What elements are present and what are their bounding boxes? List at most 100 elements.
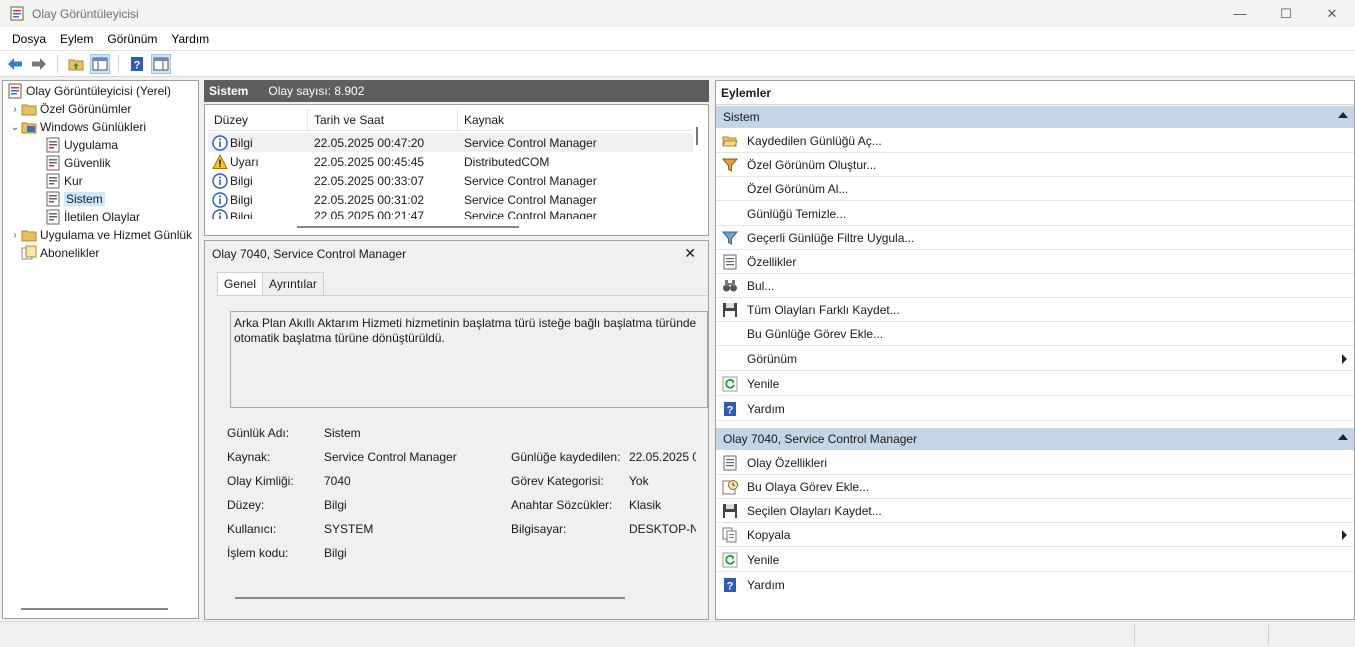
info-icon bbox=[212, 134, 228, 151]
chevron-right-icon[interactable]: › bbox=[9, 104, 21, 115]
action-copy[interactable]: Kopyala bbox=[716, 523, 1354, 547]
toolbar-separator bbox=[57, 54, 58, 73]
actions-section-event[interactable]: Olay 7040, Service Control Manager bbox=[716, 428, 1354, 450]
menu-help[interactable]: Yardım bbox=[164, 32, 216, 46]
log-icon bbox=[46, 155, 60, 171]
help-icon: ? bbox=[131, 56, 143, 71]
actions-section-system[interactable]: Sistem bbox=[716, 106, 1354, 128]
chevron-down-icon[interactable]: ⌄ bbox=[9, 122, 21, 133]
event-list-header: Sistem Olay sayısı: 8.902 bbox=[204, 80, 709, 102]
tree-item-root[interactable]: Olay Görüntüleyicisi (Yerel) bbox=[7, 82, 171, 100]
action-find[interactable]: Bul... bbox=[716, 274, 1354, 298]
table-row[interactable]: Bilgi 22.05.2025 00:47:20 Service Contro… bbox=[208, 133, 693, 152]
action-attach-task-to-log[interactable]: Bu Günlüğe Görev Ekle... bbox=[716, 322, 1354, 346]
action-label: Yardım bbox=[747, 401, 785, 416]
value-source[interactable]: Service Control Manager bbox=[324, 450, 457, 464]
value-task-category[interactable]: Yok bbox=[629, 474, 649, 488]
action-help[interactable]: ? Yardım bbox=[716, 397, 1354, 421]
close-icon[interactable]: ✕ bbox=[684, 245, 696, 262]
action-import-custom-view[interactable]: Özel Görünüm Al... bbox=[716, 177, 1354, 201]
action-attach-task-to-event[interactable]: Bu Olaya Görev Ekle... bbox=[716, 475, 1354, 499]
menu-action[interactable]: Eylem bbox=[53, 32, 100, 46]
action-label: Yenile bbox=[747, 552, 780, 567]
action-help[interactable]: ? Yardım bbox=[716, 573, 1354, 597]
copy-icon bbox=[722, 527, 737, 542]
tree-item-windows-logs[interactable]: ⌄ Windows Günlükleri bbox=[9, 118, 146, 136]
help-button[interactable]: ? bbox=[127, 54, 147, 74]
event-description[interactable]: Arka Plan Akıllı Aktarım Hizmeti hizmeti… bbox=[230, 311, 708, 408]
action-properties[interactable]: Özellikler bbox=[716, 250, 1354, 274]
tree-item-subscriptions[interactable]: Abonelikler bbox=[21, 244, 99, 262]
show-hide-action-pane-button[interactable] bbox=[151, 53, 171, 74]
value-logged[interactable]: 22.05.2025 00 bbox=[629, 450, 696, 464]
tab-general[interactable]: Genel bbox=[217, 272, 264, 296]
level-cell: Uyarı bbox=[230, 154, 259, 169]
action-refresh[interactable]: Yenile bbox=[716, 372, 1354, 396]
value-log-name[interactable]: Sistem bbox=[324, 426, 361, 440]
forward-button[interactable] bbox=[29, 54, 49, 74]
show-hide-tree-button[interactable] bbox=[90, 53, 110, 74]
menu-view[interactable]: Görünüm bbox=[100, 32, 164, 46]
horizontal-scrollbar[interactable] bbox=[21, 608, 168, 610]
blank-icon bbox=[722, 351, 738, 367]
tree-item-custom-views[interactable]: › Özel Görünümler bbox=[9, 100, 131, 118]
console-tree[interactable]: Olay Görüntüleyicisi (Yerel) › Özel Görü… bbox=[2, 80, 199, 619]
tree-item-forwarded[interactable]: İletilen Olaylar bbox=[45, 208, 140, 226]
tree-label: Uygulama ve Hizmet Günlük bbox=[40, 228, 193, 242]
level-cell: Bilgi bbox=[230, 173, 253, 188]
value-level[interactable]: Bilgi bbox=[324, 498, 347, 512]
value-keywords[interactable]: Klasik bbox=[629, 498, 661, 512]
table-row[interactable]: Uyarı 22.05.2025 00:45:45 DistributedCOM bbox=[208, 152, 693, 171]
action-event-properties[interactable]: Olay Özellikleri bbox=[716, 451, 1354, 475]
up-folder-button[interactable] bbox=[66, 54, 86, 74]
tree-item-setup[interactable]: Kur bbox=[45, 172, 83, 190]
tree-label: Sistem bbox=[64, 192, 105, 206]
column-header-datetime[interactable]: Tarih ve Saat bbox=[308, 109, 458, 131]
tree-item-application[interactable]: Uygulama bbox=[45, 136, 118, 154]
event-list[interactable]: Düzey Tarih ve Saat Kaynak Bilgi 22.05.2… bbox=[204, 104, 709, 236]
action-filter-current-log[interactable]: Geçerli Günlüğe Filtre Uygula... bbox=[716, 226, 1354, 250]
submenu-arrow-icon bbox=[1342, 354, 1347, 364]
table-row[interactable]: Bilgi 22.05.2025 00:21:47 Service Contro… bbox=[208, 209, 693, 219]
horizontal-scrollbar[interactable] bbox=[297, 226, 519, 228]
tree-item-system[interactable]: Sistem bbox=[45, 190, 105, 208]
tab-details[interactable]: Ayrıntılar bbox=[263, 272, 324, 295]
maximize-button[interactable]: ☐ bbox=[1263, 0, 1309, 27]
action-open-saved-log[interactable]: Kaydedilen Günlüğü Aç... bbox=[716, 129, 1354, 153]
chevron-right-icon[interactable]: › bbox=[9, 230, 21, 241]
tree-item-app-service-logs[interactable]: › Uygulama ve Hizmet Günlük bbox=[9, 226, 192, 244]
log-icon bbox=[46, 191, 60, 207]
close-window-button[interactable]: ✕ bbox=[1309, 0, 1355, 27]
source-cell: Service Control Manager bbox=[464, 173, 597, 188]
tree-item-security[interactable]: Güvenlik bbox=[45, 154, 111, 172]
column-header-level[interactable]: Düzey bbox=[208, 109, 308, 131]
value-opcode[interactable]: Bilgi bbox=[324, 546, 347, 560]
save-icon bbox=[723, 302, 737, 317]
collapse-icon[interactable] bbox=[1338, 112, 1348, 118]
table-row[interactable]: Bilgi 22.05.2025 00:31:02 Service Contro… bbox=[208, 190, 693, 209]
action-refresh[interactable]: Yenile bbox=[716, 548, 1354, 572]
value-event-id[interactable]: 7040 bbox=[324, 474, 351, 488]
value-computer[interactable]: DESKTOP-NC bbox=[629, 522, 696, 536]
action-create-custom-view[interactable]: Özel Görünüm Oluştur... bbox=[716, 153, 1354, 177]
action-clear-log[interactable]: Günlüğü Temizle... bbox=[716, 202, 1354, 226]
action-save-all-events-as[interactable]: Tüm Olayları Farklı Kaydet... bbox=[716, 298, 1354, 322]
tree-label: Özel Görünümler bbox=[40, 102, 132, 116]
datetime-cell: 22.05.2025 00:45:45 bbox=[314, 154, 425, 169]
value-user[interactable]: SYSTEM bbox=[324, 522, 373, 536]
blank-icon bbox=[722, 181, 738, 197]
menu-file[interactable]: Dosya bbox=[5, 32, 53, 46]
column-header-source[interactable]: Kaynak bbox=[458, 109, 693, 131]
back-button[interactable] bbox=[5, 54, 25, 74]
help-icon: ? bbox=[724, 401, 736, 416]
action-save-selected-events[interactable]: Seçilen Olayları Kaydet... bbox=[716, 499, 1354, 523]
vertical-scrollbar[interactable] bbox=[696, 127, 698, 145]
minimize-button[interactable]: — bbox=[1217, 0, 1263, 27]
table-row[interactable]: Bilgi 22.05.2025 00:33:07 Service Contro… bbox=[208, 171, 693, 190]
collapse-icon[interactable] bbox=[1338, 434, 1348, 440]
properties-icon bbox=[723, 455, 737, 470]
action-view[interactable]: Görünüm bbox=[716, 347, 1354, 371]
detail-tabs: Genel Ayrıntılar bbox=[217, 272, 324, 296]
binoculars-icon bbox=[723, 279, 737, 291]
horizontal-scrollbar[interactable] bbox=[235, 597, 625, 599]
